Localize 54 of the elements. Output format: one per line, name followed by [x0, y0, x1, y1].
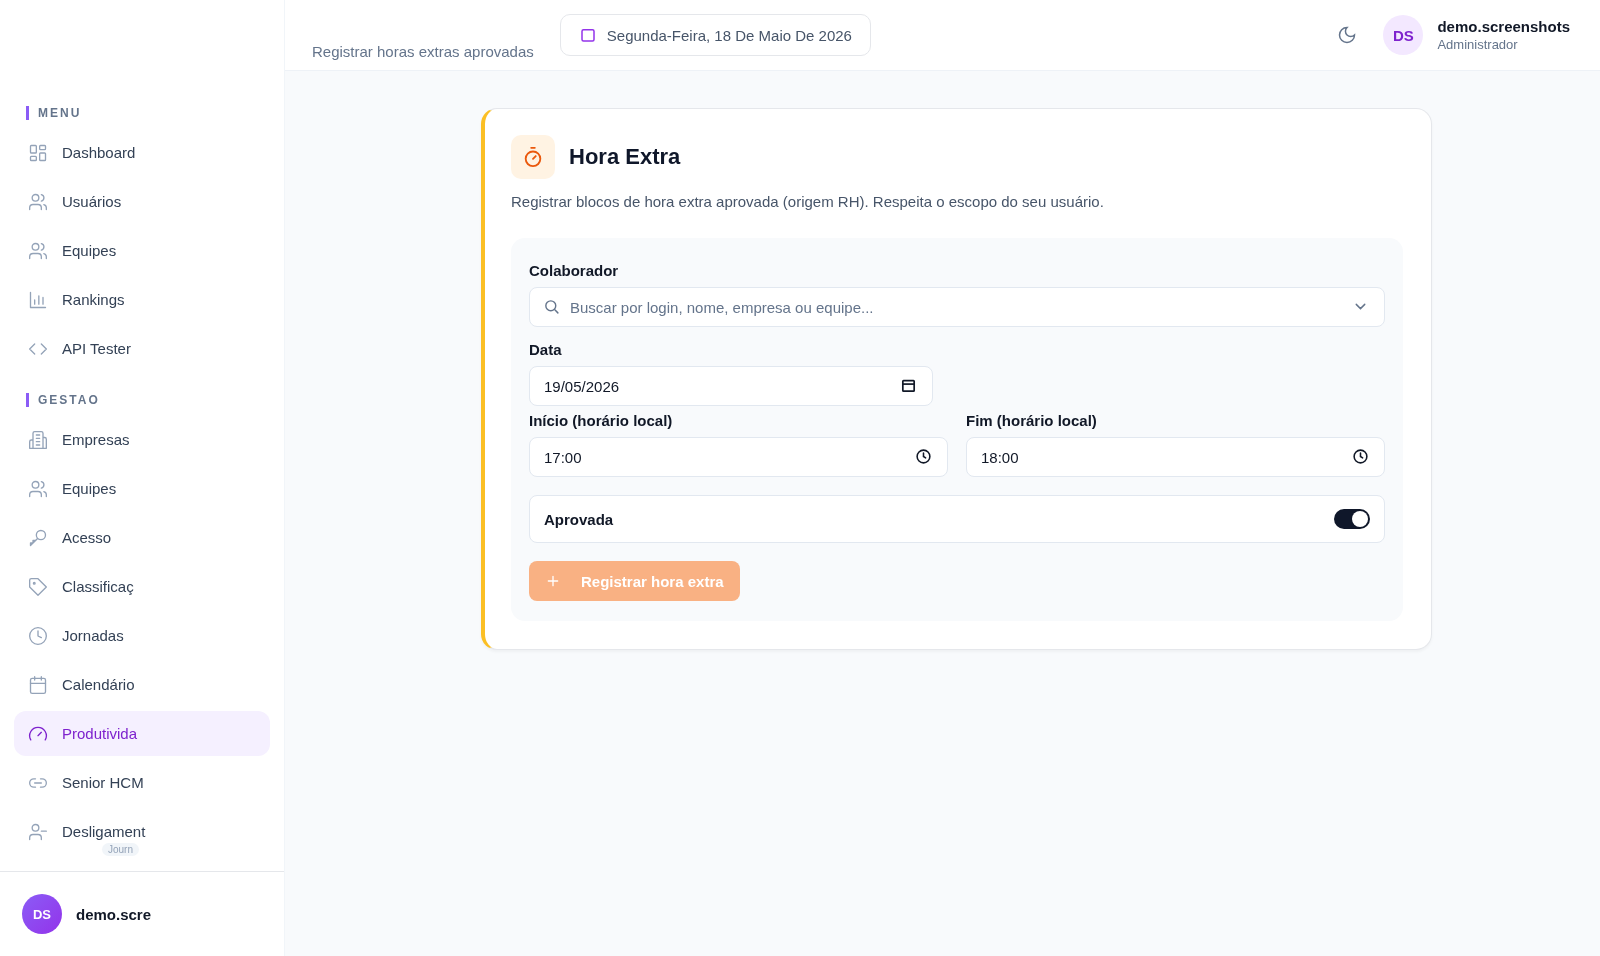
time-field[interactable]: 18:00 [966, 437, 1385, 477]
sidebar-item[interactable]: Equipes [14, 228, 270, 273]
grid-icon [28, 142, 48, 163]
clock-icon [915, 448, 932, 465]
card-title: Hora Extra [569, 144, 681, 170]
user-name: demo.screenshots [1437, 18, 1570, 35]
stopwatch-icon [522, 146, 544, 168]
collaborator-select[interactable]: Buscar por login, nome, empresa ou equipe... [529, 287, 1385, 327]
sidebar-item[interactable]: Empresas [14, 417, 270, 462]
user-name: demo.scre [76, 905, 152, 923]
key-icon [28, 527, 48, 548]
user-avatar[interactable]: DS [1383, 15, 1424, 55]
section-title: MENU [26, 106, 82, 120]
sidebar-item[interactable]: Senior HCM [14, 760, 270, 805]
sidebar-item[interactable]: Acesso [14, 515, 270, 560]
user-minus-icon [28, 821, 48, 842]
calendar-icon [900, 377, 917, 394]
sidebar-item[interactable]: Equipes [14, 466, 270, 511]
calendar-icon [578, 26, 597, 44]
sidebar-item[interactable]: Jornadas [14, 613, 270, 658]
sidebar-item[interactable]: Produtivida [14, 711, 270, 756]
date-field[interactable]: 19/05/2026 [529, 366, 933, 406]
toggle-switch[interactable] [1334, 509, 1370, 529]
section-title: GESTAO [26, 393, 100, 407]
sidebar-item[interactable]: Classificaç [14, 564, 270, 609]
date-text: Segunda-Feira, 18 De Maio De 2026 [606, 26, 852, 44]
toggle-label: Aprovada [544, 510, 614, 528]
sidebar-item[interactable]: Calendário [14, 662, 270, 707]
tag-icon [28, 576, 48, 597]
clock-icon [28, 625, 48, 646]
time-field[interactable]: 17:00 [529, 437, 948, 477]
building-icon [28, 429, 48, 450]
field-label: Fim (horário local) [966, 412, 1098, 429]
field-label: Data [529, 341, 563, 358]
users-icon [28, 240, 48, 261]
users-icon [28, 478, 48, 499]
badge: Journ [102, 843, 139, 856]
users-icon [28, 191, 48, 212]
page-subtitle: Registrar horas extras aprovadas [312, 42, 534, 60]
sidebar-item[interactable]: API Tester [14, 326, 270, 371]
field-label: Início (horário local) [529, 412, 674, 429]
user-avatar[interactable]: DS [22, 894, 62, 934]
chart-icon [28, 289, 48, 310]
user-role: Administrador [1437, 37, 1519, 52]
sidebar-item[interactable]: Usuários [14, 179, 270, 224]
plus-icon [545, 573, 561, 589]
clock-icon [1352, 448, 1369, 465]
moon-icon[interactable] [1337, 25, 1358, 45]
calendar-icon [28, 674, 48, 695]
sidebar-item[interactable]: Rankings [14, 277, 270, 322]
sidebar-item[interactable]: Dashboard [14, 130, 270, 175]
search-icon [543, 298, 560, 315]
card-description: Registrar blocos de hora extra aprovada (origem RH). Respeita o escopo do seu usuário. [511, 193, 1105, 210]
field-label: Colaborador [529, 262, 620, 279]
